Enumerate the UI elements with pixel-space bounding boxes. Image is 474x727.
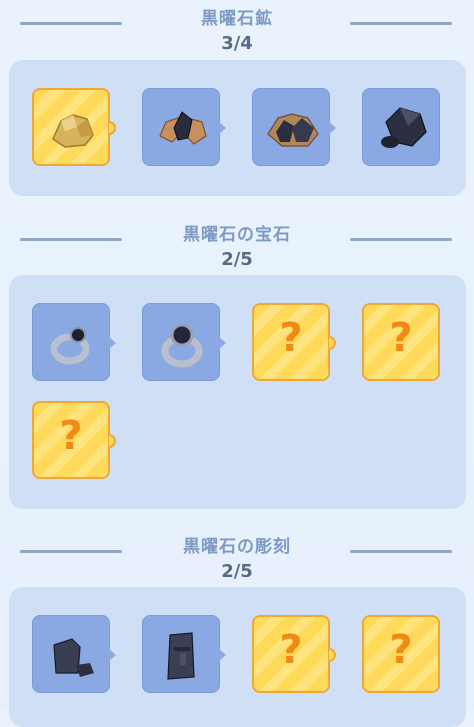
obsidian-statue-head-icon xyxy=(167,632,195,680)
item-tile-gold-ore[interactable] xyxy=(32,88,116,166)
section-title: 黒曜石の宝石 xyxy=(183,225,291,245)
section-panel-obsidian-sculptures: ? ? xyxy=(9,587,466,727)
question-mark-icon: ? xyxy=(389,315,413,361)
tile-connector xyxy=(219,649,226,661)
section-panel-obsidian-gems: ? ? ? xyxy=(9,275,466,509)
obsidian-crystal-icon xyxy=(381,107,427,148)
section-panel-obsidian-ore xyxy=(9,60,466,196)
obsidian-ring-large-icon xyxy=(161,323,203,368)
question-mark-icon: ? xyxy=(279,627,303,673)
item-tile-locked[interactable]: ? xyxy=(32,401,116,479)
obsidian-ring-icon xyxy=(50,327,90,365)
item-tile-obsidian-statue-head[interactable] xyxy=(142,615,226,693)
section-count: 3/4 xyxy=(221,33,253,54)
section-count: 2/5 xyxy=(221,561,253,582)
tile-connector xyxy=(109,649,116,661)
tile-connector xyxy=(219,122,226,134)
item-tile-locked[interactable]: ? xyxy=(252,303,336,381)
item-tile-locked[interactable]: ? xyxy=(362,303,440,381)
section-title: 黒曜石鉱 xyxy=(201,9,273,29)
question-mark-icon: ? xyxy=(279,315,303,361)
obsidian-ore-icon xyxy=(159,111,207,145)
tile-connector xyxy=(109,121,116,135)
tile-connector xyxy=(219,337,226,349)
item-tile-obsidian-ring[interactable] xyxy=(32,303,116,381)
item-tile-obsidian-crystal[interactable] xyxy=(362,88,440,166)
section-header-obsidian-sculptures: 黒曜石の彫刻 2/5 xyxy=(0,528,474,582)
item-tile-obsidian-stone-block[interactable] xyxy=(32,615,116,693)
item-tile-obsidian-ore-large[interactable] xyxy=(252,88,336,166)
section-title: 黒曜石の彫刻 xyxy=(183,537,291,557)
question-mark-icon: ? xyxy=(59,413,83,459)
obsidian-stone-block-icon xyxy=(53,638,94,677)
tile-connector xyxy=(329,122,336,134)
gold-ore-icon xyxy=(52,114,94,148)
item-tile-obsidian-ore[interactable] xyxy=(142,88,226,166)
item-tile-locked[interactable]: ? xyxy=(362,615,440,693)
item-tile-locked[interactable]: ? xyxy=(252,615,336,693)
tile-connector xyxy=(109,337,116,349)
obsidian-ore-large-icon xyxy=(267,113,319,147)
item-tile-obsidian-ring-large[interactable] xyxy=(142,303,226,381)
question-mark-icon: ? xyxy=(389,627,413,673)
section-count: 2/5 xyxy=(221,249,253,270)
section-header-obsidian-gems: 黒曜石の宝石 2/5 xyxy=(0,216,474,270)
section-header-obsidian-ore: 黒曜石鉱 3/4 xyxy=(0,0,474,54)
